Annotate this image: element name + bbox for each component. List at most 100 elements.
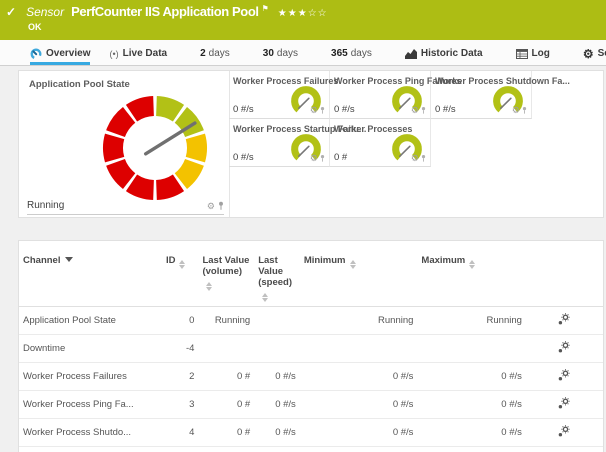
tab-2-days[interactable]: 2 days	[200, 40, 230, 65]
sort-arrows-icon	[206, 282, 212, 291]
gauge-value: 0 #/s	[334, 104, 355, 115]
sort-arrows-icon	[262, 293, 268, 302]
tab-live-data[interactable]: (•) Live Data	[109, 40, 167, 65]
tab-30-days[interactable]: 30 days	[263, 40, 298, 65]
gear-icon[interactable]: ⚙	[411, 154, 419, 163]
priority-flag-icon[interactable]: ⚑	[262, 4, 269, 13]
table-row: Worker Process Failures 2 0 # 0 #/s 0 #/…	[19, 363, 603, 391]
column-header-minimum[interactable]: Minimum	[300, 241, 418, 307]
channel-settings-icon[interactable]	[558, 425, 570, 437]
channel-settings-icon[interactable]	[558, 313, 570, 325]
sort-caret-icon	[65, 257, 73, 262]
sort-arrows-icon	[350, 260, 356, 269]
gear-icon[interactable]: ⚙	[512, 106, 520, 115]
tab-overview-label: Overview	[46, 48, 90, 59]
gauge-status-value: Running	[27, 200, 64, 211]
channel-id: 2	[162, 363, 199, 391]
channel-settings-icon[interactable]	[558, 341, 570, 353]
column-header-last-value-volume[interactable]: Last Value(volume)	[198, 241, 254, 307]
pin-icon[interactable]	[320, 154, 325, 163]
overview-gauge-icon	[30, 48, 42, 60]
pin-icon[interactable]	[320, 106, 325, 115]
channel-name: Downtime	[19, 335, 162, 363]
status-badge: OK	[0, 19, 606, 32]
tab-settings-label: Settings	[598, 48, 606, 59]
stars-empty[interactable]: ☆☆	[308, 8, 328, 19]
channel-table: Channel ID Last Value(volume) Last Value…	[19, 241, 603, 452]
maximum-value: 0 #/s	[417, 419, 525, 447]
column-header-maximum[interactable]: Maximum	[417, 241, 525, 307]
minimum-value	[300, 335, 418, 363]
channel-name: Worker Process Failures	[19, 363, 162, 391]
gear-icon[interactable]: ⚙	[207, 202, 215, 211]
maximum-value: 0 #/s	[417, 447, 525, 452]
tab-historic-data[interactable]: Historic Data	[405, 40, 483, 65]
channel-id: -4	[162, 335, 199, 363]
last-value-volume: 0 #	[198, 391, 254, 419]
channel-name: Worker Process Startup...	[19, 447, 162, 452]
historic-chart-icon	[405, 49, 417, 59]
tab-historic-data-label: Historic Data	[421, 48, 483, 59]
gauge-title: Worker Process Shutdown Fa...	[435, 76, 570, 86]
live-data-icon: (•)	[109, 49, 118, 59]
settings-gear-icon: ⚙	[583, 48, 594, 60]
star-rating[interactable]: ★★★☆☆	[278, 8, 328, 19]
last-value-speed: 0 #/s	[254, 391, 300, 419]
gauge-title: Worker Processes	[334, 124, 412, 134]
tab-live-data-label: Live Data	[123, 48, 167, 59]
stars-filled[interactable]: ★★★	[278, 8, 308, 19]
gauge-value: 0 #/s	[233, 104, 254, 115]
table-header-row: Channel ID Last Value(volume) Last Value…	[19, 241, 603, 307]
pin-icon[interactable]	[218, 201, 224, 211]
channel-settings-icon[interactable]	[558, 397, 570, 409]
column-header-channel[interactable]: Channel	[19, 241, 162, 307]
channel-table-panel: Channel ID Last Value(volume) Last Value…	[18, 240, 604, 452]
minimum-value: 0 #/s	[300, 363, 418, 391]
last-value-volume: 0 #	[198, 419, 254, 447]
minimum-value: 0 #/s	[300, 419, 418, 447]
channel-name: Worker Process Shutdo...	[19, 419, 162, 447]
last-value-speed	[254, 335, 300, 363]
tab-settings[interactable]: ⚙ Settings	[583, 40, 606, 65]
last-value-speed	[254, 307, 300, 335]
channel-id: 4	[162, 419, 199, 447]
tab-2-days-number: 2	[200, 48, 206, 59]
tab-log[interactable]: Log	[516, 40, 550, 65]
column-header-id[interactable]: ID	[162, 241, 199, 307]
last-value-volume: 0 #	[198, 363, 254, 391]
tab-365-days-number: 365	[331, 48, 348, 59]
tab-overview[interactable]: Overview	[30, 40, 90, 65]
column-header-actions	[526, 241, 603, 307]
gauge-cell-worker-processes[interactable]: Worker Processes 0 # ⚙	[330, 119, 431, 167]
gear-icon[interactable]: ⚙	[310, 154, 318, 163]
application-pool-state-gauge	[100, 93, 210, 203]
channel-settings-icon[interactable]	[558, 369, 570, 381]
pin-icon[interactable]	[421, 154, 426, 163]
pin-icon[interactable]	[421, 106, 426, 115]
maximum-value: 0 #/s	[417, 391, 525, 419]
log-table-icon	[516, 49, 528, 59]
gauge-cell-worker-process-shutdown-failures[interactable]: Worker Process Shutdown Fa... 0 #/s ⚙	[431, 71, 532, 119]
table-row: Application Pool State 0 Running Running…	[19, 307, 603, 335]
tab-365-days[interactable]: 365 days	[331, 40, 372, 65]
sort-arrows-icon	[469, 260, 475, 269]
sort-arrows-icon	[179, 260, 185, 269]
pin-icon[interactable]	[522, 106, 527, 115]
gauge-cell-worker-process-ping-failures[interactable]: Worker Process Ping Failures 0 #/s ⚙	[330, 71, 431, 119]
sensor-status-bar: ✓ Sensor PerfCounter IIS Application Poo…	[0, 0, 606, 40]
table-row: Worker Process Startup... 5 0 # 0 #/s 0 …	[19, 447, 603, 452]
column-header-last-value-speed[interactable]: Last Value(speed)	[254, 241, 300, 307]
maximum-value: 0 #/s	[417, 363, 525, 391]
gauge-cell-worker-process-failures[interactable]: Worker Process Failures 0 #/s ⚙	[229, 71, 330, 119]
last-value-speed: 0 #/s	[254, 447, 300, 452]
gauge-cell-application-pool-state[interactable]: Application Pool State Running	[19, 71, 230, 217]
gear-icon[interactable]: ⚙	[310, 106, 318, 115]
minimum-value: 0 #/s	[300, 391, 418, 419]
channel-id: 0	[162, 307, 199, 335]
gauge-cell-worker-process-startup-failures[interactable]: Worker Process Startup Failu... 0 #/s ⚙	[229, 119, 330, 167]
last-value-speed: 0 #/s	[254, 419, 300, 447]
last-value-volume: Running	[198, 307, 254, 335]
gear-icon[interactable]: ⚙	[411, 106, 419, 115]
minimum-value: Running	[300, 307, 418, 335]
table-row: Worker Process Shutdo... 4 0 # 0 #/s 0 #…	[19, 419, 603, 447]
